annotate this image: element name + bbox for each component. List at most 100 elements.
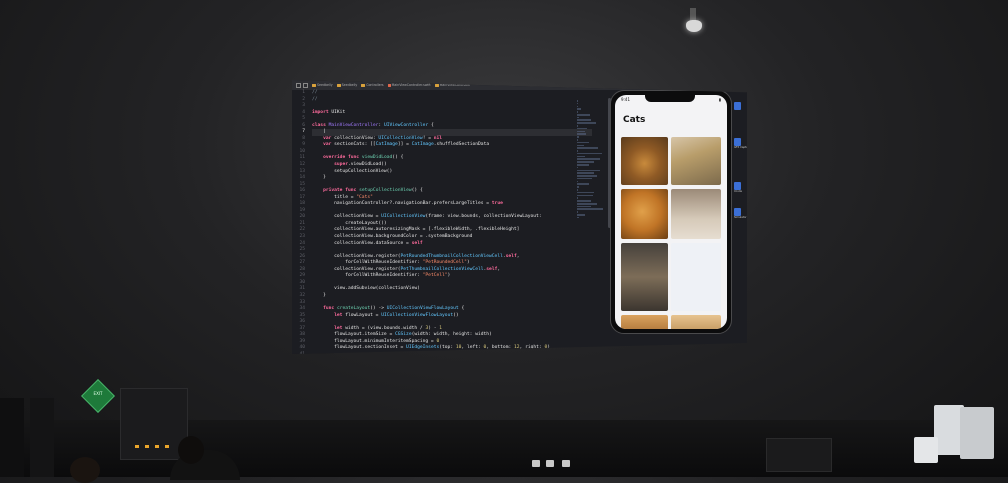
desktop-icon[interactable]: Xcode [734, 182, 742, 193]
folder-icon [734, 102, 741, 110]
rack-led [165, 445, 169, 448]
cat-thumbnail[interactable] [621, 189, 668, 239]
code-token: flowLayout.minimumInteritemSpacing = [312, 338, 437, 344]
desktop-icon[interactable]: Simulator [734, 208, 747, 219]
code-token: flowLayout.sectionInset = [312, 345, 407, 351]
code-token: self [411, 240, 423, 246]
rack-led [135, 445, 139, 448]
code-token: } [312, 292, 326, 298]
cat-thumbnail[interactable] [621, 315, 668, 329]
code-token: func [323, 306, 335, 312]
code-minimap[interactable] [577, 100, 603, 230]
floor-box [766, 438, 832, 472]
code-token: UICollectionView [378, 135, 423, 141]
breadcrumb-label: MainViewController.swift [391, 83, 431, 87]
breadcrumb-item[interactable]: Seedbelly [336, 83, 357, 87]
code-token: collectionView: [331, 135, 379, 141]
code-token: forCellWithReuseIdentifier: [312, 260, 423, 266]
code-line[interactable]: flowLayout.sectionInset = UIEdgeInsets(t… [312, 345, 592, 352]
code-token: , right: [519, 345, 545, 351]
code-token: private [323, 188, 343, 194]
code-token: forCellWithReuseIdentifier: [312, 273, 423, 279]
iphone-simulator: 9:41 ▮ Cats [610, 90, 732, 334]
back-icon[interactable] [296, 82, 301, 88]
code-token: class [312, 122, 326, 128]
code-token: , bottom: [486, 345, 514, 351]
status-time: 9:41 [621, 97, 630, 102]
phone-notch [645, 95, 695, 102]
folder-icon [734, 208, 741, 216]
line-number: 41 [292, 352, 307, 354]
code-token: navigationController?.navigationBar.pref… [312, 201, 492, 207]
code-token: CatImage [411, 142, 434, 148]
breadcrumb-item[interactable]: Seedbelly [312, 83, 333, 87]
code-token: self [505, 253, 517, 259]
cat-thumbnail[interactable] [671, 243, 721, 311]
code-token: collectionView.autoresizingMask = [.flex… [312, 227, 520, 233]
chair [914, 437, 938, 463]
code-token: collectionView.dataSource = [312, 240, 412, 246]
desktop-icon[interactable] [734, 102, 742, 110]
code-token: ) [547, 345, 551, 351]
rack-led [145, 445, 149, 448]
breadcrumb-item[interactable]: Controllers [361, 83, 384, 87]
battery-icon: ▮ [718, 97, 721, 102]
code-token: () [453, 312, 459, 318]
code-line[interactable] [312, 352, 592, 354]
desktop-icon[interactable]: GFX Capture [734, 138, 747, 149]
code-token: UICollectionViewFlowLayout [381, 312, 454, 318]
folder-icon [312, 83, 316, 87]
code-token: collectionView.register( [312, 266, 401, 272]
cats-collection-view[interactable] [621, 137, 721, 329]
chair [960, 407, 994, 459]
cat-thumbnail[interactable] [671, 189, 721, 239]
forward-icon[interactable] [303, 82, 308, 88]
projection-screen: Seedbelly Seedbelly Controllers MainViewCon… [292, 80, 747, 354]
nav-buttons[interactable] [296, 82, 308, 88]
code-token: setupCollectionView [359, 188, 412, 194]
wall-outlet [562, 460, 570, 467]
cat-thumbnail[interactable] [621, 243, 668, 311]
code-token: { [428, 122, 434, 128]
cat-thumbnail[interactable] [621, 137, 668, 185]
code-token: MainViewController [325, 122, 379, 128]
cat-thumbnail[interactable] [671, 315, 721, 329]
code-token: () { [392, 155, 404, 161]
rack-led [155, 445, 159, 448]
code-token: PetThumbnailCollectionViewCell [400, 266, 484, 272]
code-token: (width: width, height: width) [411, 332, 492, 338]
code-token: ) - [428, 325, 440, 331]
code-token: super [334, 162, 348, 168]
breadcrumb-label: MainViewController [439, 83, 471, 87]
code-token: .viewDidLoad() [347, 162, 387, 168]
code-token: CatImage [375, 142, 398, 148]
source-code[interactable]: //// import UIKit class MainViewController… [312, 90, 592, 354]
code-token: flowLayout.itemSize = [312, 332, 395, 338]
cat-thumbnail[interactable] [671, 137, 721, 185]
code-token: width = (view.bounds.width / [342, 325, 426, 331]
xcode-jump-bar: Seedbelly Seedbelly Controllers MainViewCon… [292, 80, 747, 90]
code-editor[interactable]: 1 2 3 4 5 6 7 8 9 10 11 12 13 14 15 16 17 18 19 20 21 22 23 24 2… [292, 90, 592, 354]
nav-large-title: Cats [623, 115, 646, 125]
code-token: "Cats" [356, 194, 373, 200]
folder-icon [434, 83, 439, 87]
code-token: func [345, 188, 357, 194]
code-token: viewDidLoad [361, 155, 393, 161]
code-token: } [312, 175, 326, 181]
code-token: createLayout()) [312, 220, 387, 226]
code-token: createLayout [336, 306, 371, 312]
folder-icon [734, 182, 741, 190]
folder-icon [336, 83, 341, 87]
code-token: title = [312, 194, 357, 200]
code-token: setupCollectionView() [312, 168, 393, 174]
breadcrumb-item[interactable]: MainViewController [434, 83, 471, 87]
code-token: self [486, 266, 498, 272]
speaker-cabinet [0, 398, 24, 477]
code-token: CGSize [394, 332, 412, 338]
code-token: nil [433, 135, 443, 141]
folder-icon [734, 138, 741, 146]
breadcrumb-item[interactable]: MainViewController.swift [387, 83, 431, 87]
